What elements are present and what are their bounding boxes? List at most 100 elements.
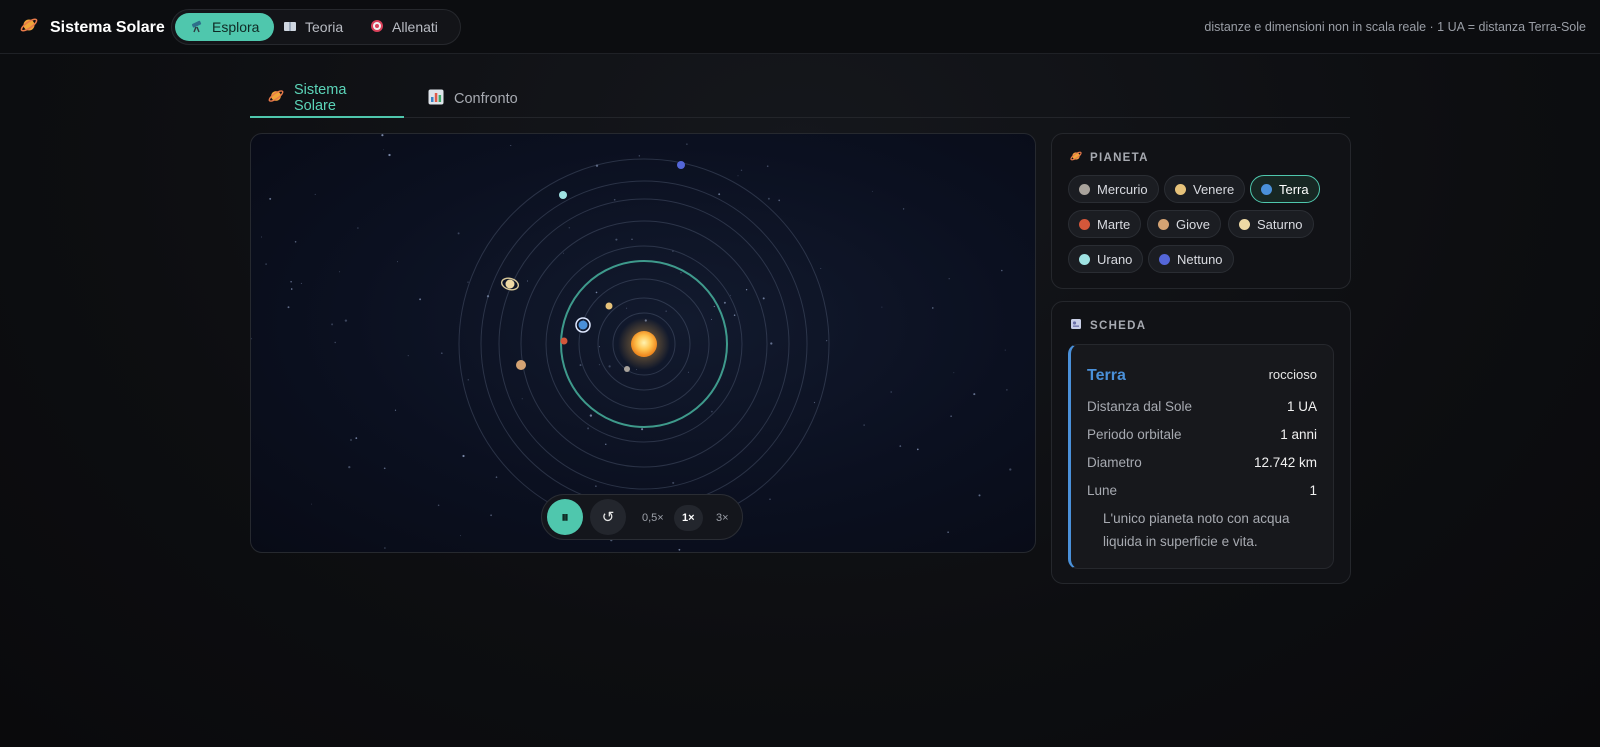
planet-dot <box>1079 183 1090 195</box>
planet-chip-giove[interactable]: Giove <box>1147 210 1221 238</box>
star <box>978 494 981 497</box>
planet-chip-nettuno[interactable]: Nettuno <box>1148 245 1234 273</box>
star <box>568 227 571 229</box>
star <box>388 153 391 157</box>
star <box>890 391 893 393</box>
planet-chip-marte[interactable]: Marte <box>1068 210 1142 238</box>
star <box>290 288 293 290</box>
planet-dot <box>1261 183 1272 195</box>
pause-button[interactable]: ⏸ <box>547 499 583 535</box>
star <box>899 445 902 447</box>
star <box>579 364 582 367</box>
tab-confronto[interactable]: Confronto <box>410 80 536 118</box>
planet-chip-urano[interactable]: Urano <box>1068 245 1144 273</box>
star <box>311 503 313 505</box>
app-title: Sistema Solare <box>50 18 165 36</box>
star <box>615 238 618 241</box>
book-icon <box>283 19 297 36</box>
star <box>251 337 252 340</box>
star <box>349 438 353 442</box>
star <box>631 238 633 241</box>
star <box>261 236 263 238</box>
solar-system-view[interactable]: ⏸ ↺ 0,5× 1× 3× <box>250 133 1036 553</box>
star <box>863 424 865 426</box>
planet-marte <box>560 337 568 345</box>
star <box>397 261 398 263</box>
star <box>381 134 384 137</box>
star <box>916 448 919 451</box>
star <box>608 365 611 368</box>
star <box>950 415 952 417</box>
telescope-icon <box>190 19 204 36</box>
star <box>947 531 949 533</box>
star <box>902 208 905 210</box>
star <box>641 428 644 431</box>
nav-esplora[interactable]: Esplora <box>175 13 275 41</box>
speed-1x-button[interactable]: 1× <box>674 505 703 531</box>
planet-description: L'unico pianeta noto con acqua liquida i… <box>1103 511 1290 549</box>
star <box>762 297 765 300</box>
nav-teoria[interactable]: Teoria <box>268 13 358 41</box>
star <box>737 175 739 177</box>
star <box>265 263 267 265</box>
star <box>826 340 828 342</box>
planet-chip-mercurio[interactable]: Mercurio <box>1068 175 1159 203</box>
star <box>383 149 385 151</box>
star <box>813 401 816 404</box>
star <box>407 354 409 357</box>
star <box>740 169 743 172</box>
star <box>490 514 492 517</box>
star <box>357 227 359 229</box>
planet-chip-terra[interactable]: Terra <box>1250 175 1320 203</box>
planet-saturno <box>505 279 515 289</box>
star <box>595 485 597 487</box>
star <box>766 165 769 167</box>
view-tabs: Sistema Solare Confronto <box>250 80 1350 118</box>
target-icon <box>370 19 384 36</box>
star <box>526 280 528 282</box>
reset-button[interactable]: ↺ <box>590 499 626 535</box>
star <box>339 271 341 273</box>
nav-allenati[interactable]: Allenati <box>355 13 453 41</box>
star <box>723 301 726 304</box>
star <box>495 476 498 478</box>
planet-dot <box>1079 253 1090 265</box>
star <box>394 409 397 411</box>
star <box>598 346 600 348</box>
speed-3x-button[interactable]: 3× <box>708 505 737 531</box>
speed-0-5x-button[interactable]: 0,5× <box>634 505 672 531</box>
star <box>595 291 598 294</box>
star <box>687 371 689 373</box>
reset-icon: ↺ <box>601 509 615 526</box>
planet-dot <box>1158 218 1169 230</box>
planet-urano <box>559 191 567 199</box>
star <box>383 467 386 470</box>
star <box>457 232 460 235</box>
id-card-icon <box>1070 318 1082 333</box>
star <box>269 197 272 200</box>
bar-chart-icon <box>428 89 444 109</box>
star <box>287 306 290 309</box>
star <box>686 143 688 145</box>
star <box>521 398 523 400</box>
star <box>1009 468 1012 471</box>
star <box>710 318 712 320</box>
star <box>932 307 934 309</box>
ringed-planet-icon <box>1070 150 1082 165</box>
star <box>437 504 440 507</box>
star <box>510 145 512 147</box>
planet-dot <box>1079 218 1090 230</box>
star <box>718 193 721 196</box>
star <box>769 498 771 500</box>
planet-panel: PIANETA Mercurio Venere Terra Marte Giov… <box>1051 133 1351 289</box>
info-panel-header: SCHEDA <box>1070 318 1146 333</box>
planet-name: Terra <box>1087 367 1126 384</box>
planet-chip-saturno[interactable]: Saturno <box>1228 210 1314 238</box>
star <box>678 548 681 551</box>
tab-sistema-solare[interactable]: Sistema Solare <box>250 80 404 118</box>
planet-chip-venere[interactable]: Venere <box>1164 175 1246 203</box>
star <box>334 341 336 344</box>
star <box>820 267 822 269</box>
star <box>711 410 713 413</box>
orbit-canvas <box>251 134 1012 551</box>
